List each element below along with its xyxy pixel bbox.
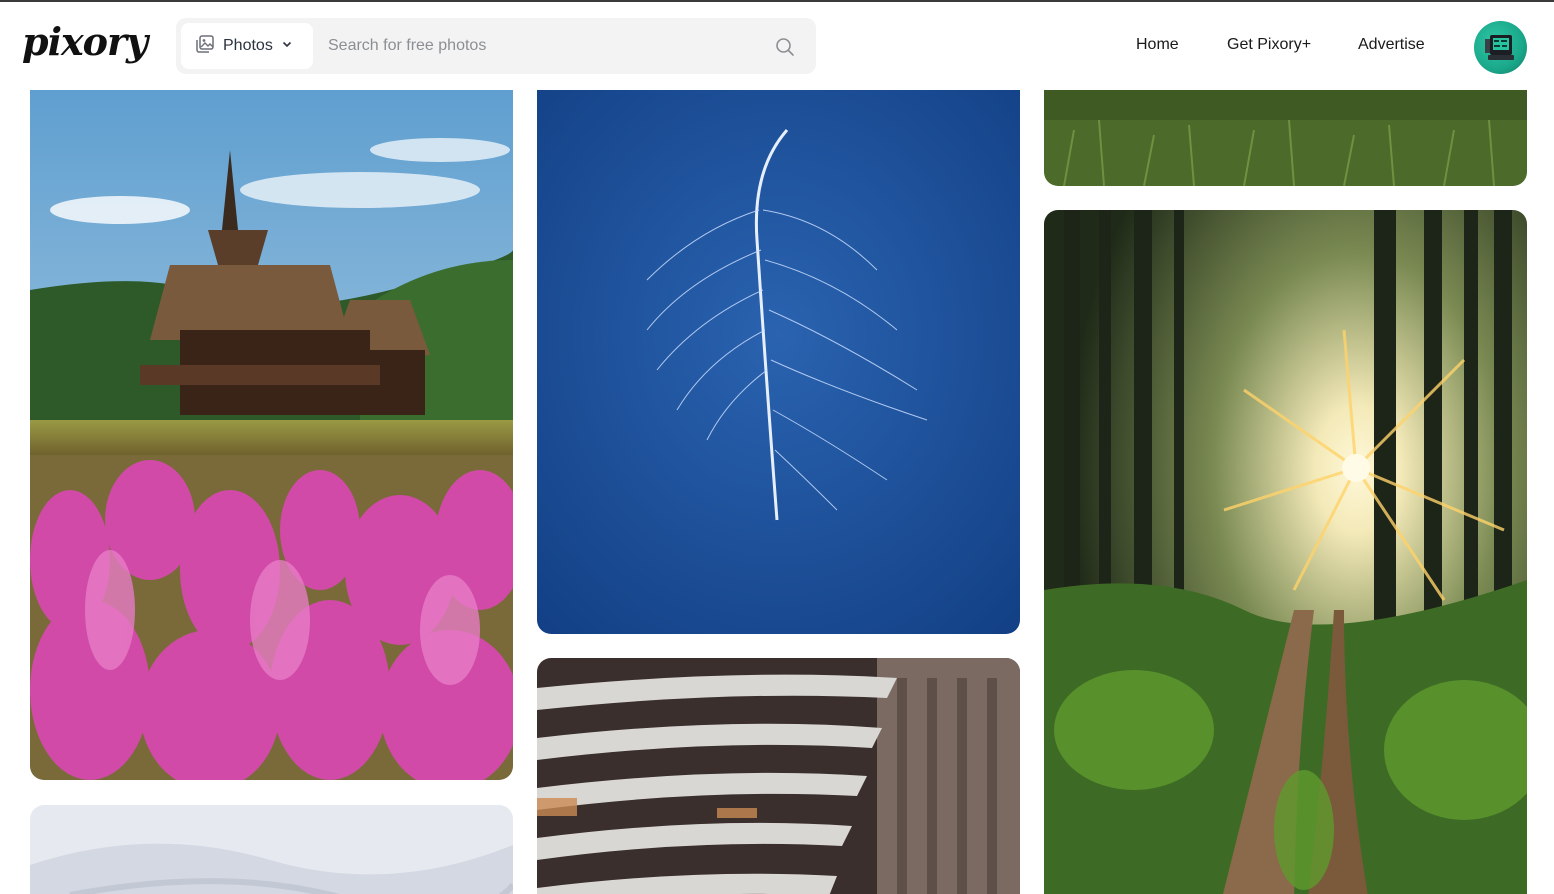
chevron-down-icon [281,37,293,55]
church-photo [30,90,513,780]
grass-photo [1044,90,1527,186]
feather-photo [537,90,1020,634]
photos-icon [195,34,215,59]
search-bar: Photos [176,18,816,74]
snow-photo [30,805,513,894]
search-type-dropdown[interactable]: Photos [181,23,313,69]
nav-home[interactable]: Home [1136,36,1179,54]
pixory-logo[interactable]: pixory [22,18,148,66]
architecture-photo [537,658,1020,894]
forest-photo [1044,210,1527,894]
search-input[interactable] [328,28,748,64]
nav-get-pixory-plus[interactable]: Get Pixory+ [1227,36,1311,54]
photo-card-forest[interactable] [1044,210,1527,894]
search-type-label: Photos [223,37,273,54]
nav-advertise[interactable]: Advertise [1358,36,1425,54]
photo-card-grass[interactable] [1044,90,1527,186]
photo-card-feather[interactable] [537,90,1020,634]
photo-card-church[interactable] [30,90,513,780]
photo-card-snow[interactable] [30,805,513,894]
photo-card-architecture[interactable] [537,658,1020,894]
user-avatar[interactable] [1474,21,1527,74]
search-icon[interactable] [774,36,796,58]
top-header: pixory Photos Search for free photos Hom… [0,2,1554,90]
